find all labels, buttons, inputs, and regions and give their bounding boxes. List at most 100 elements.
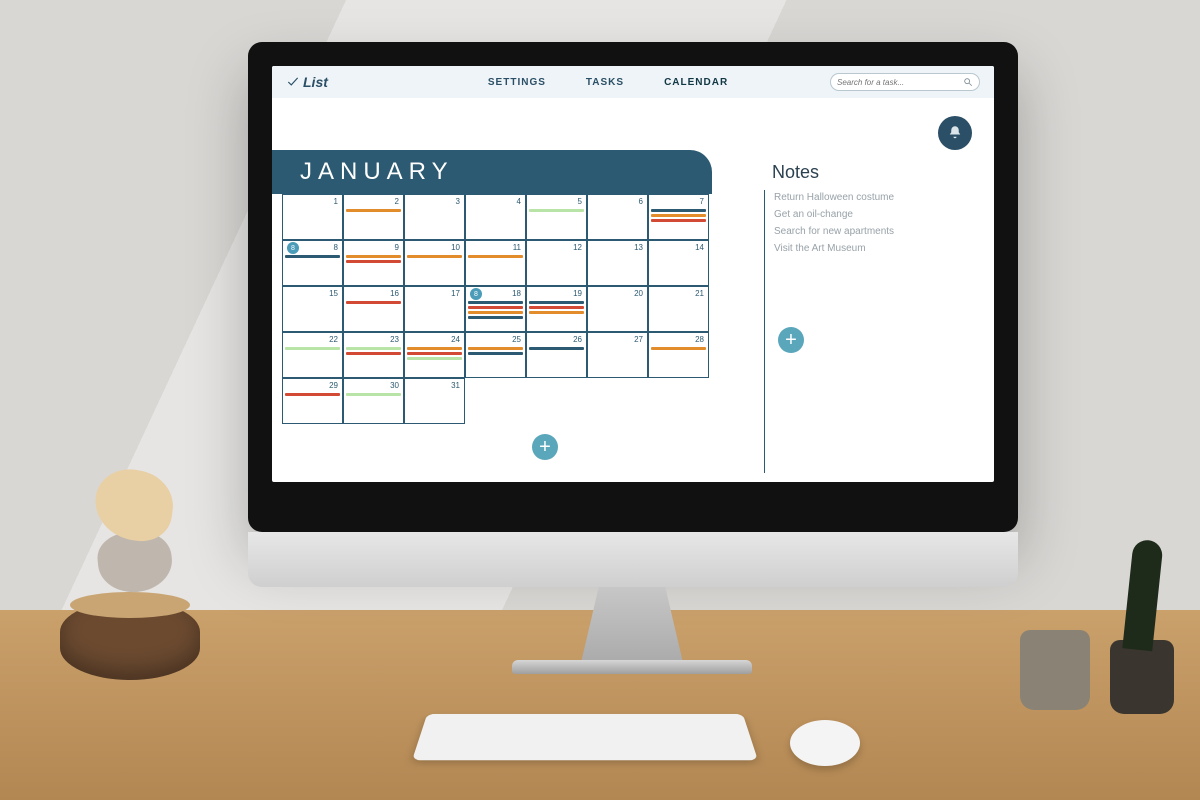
month-label: JANUARY bbox=[300, 158, 454, 186]
event-bar[interactable] bbox=[468, 347, 523, 350]
day-cell[interactable]: 2 bbox=[343, 194, 404, 240]
day-number: 2 bbox=[395, 197, 399, 206]
note-item[interactable]: Get an oil-change bbox=[774, 206, 972, 223]
nav-settings[interactable]: SETTINGS bbox=[488, 77, 546, 88]
day-cell[interactable]: 27 bbox=[587, 332, 648, 378]
search-input[interactable] bbox=[837, 78, 963, 87]
event-bar[interactable] bbox=[346, 255, 401, 258]
event-bars bbox=[346, 347, 401, 355]
event-bar[interactable] bbox=[407, 255, 462, 258]
search-icon bbox=[963, 77, 973, 87]
event-bar[interactable] bbox=[407, 357, 462, 360]
event-bar[interactable] bbox=[468, 301, 523, 304]
event-bar[interactable] bbox=[346, 393, 401, 396]
day-number: 13 bbox=[634, 243, 643, 252]
check-icon bbox=[286, 75, 300, 89]
event-bar[interactable] bbox=[468, 352, 523, 355]
day-cell[interactable]: 29 bbox=[282, 378, 343, 424]
event-bar[interactable] bbox=[346, 347, 401, 350]
event-bars bbox=[346, 301, 401, 304]
day-cell[interactable]: 13 bbox=[587, 240, 648, 286]
note-item[interactable]: Visit the Art Museum bbox=[774, 240, 972, 257]
day-cell[interactable]: 9 bbox=[343, 240, 404, 286]
event-bar[interactable] bbox=[285, 255, 340, 258]
day-cell[interactable]: 188 bbox=[465, 286, 526, 332]
day-cell[interactable]: 5 bbox=[526, 194, 587, 240]
day-cell[interactable]: 28 bbox=[648, 332, 709, 378]
day-cell[interactable]: 12 bbox=[526, 240, 587, 286]
brand-logo[interactable]: List bbox=[286, 74, 328, 90]
event-bar[interactable] bbox=[346, 352, 401, 355]
monitor-stand-foot bbox=[512, 660, 752, 674]
event-bar[interactable] bbox=[529, 301, 584, 304]
day-number: 8 bbox=[334, 243, 338, 252]
day-cell[interactable]: 25 bbox=[465, 332, 526, 378]
event-bars bbox=[651, 209, 706, 222]
event-bar[interactable] bbox=[468, 311, 523, 314]
event-bars bbox=[407, 347, 462, 360]
day-cell[interactable]: 20 bbox=[587, 286, 648, 332]
day-number: 22 bbox=[329, 335, 338, 344]
add-note-button[interactable]: + bbox=[778, 327, 804, 353]
cup-right bbox=[1110, 640, 1174, 714]
day-cell[interactable]: 17 bbox=[404, 286, 465, 332]
event-bar[interactable] bbox=[651, 214, 706, 217]
event-bars bbox=[285, 393, 340, 396]
add-event-button[interactable]: + bbox=[532, 434, 558, 460]
nav-calendar[interactable]: CALENDAR bbox=[664, 77, 728, 88]
day-cell[interactable]: 22 bbox=[282, 332, 343, 378]
rock-upper bbox=[91, 465, 178, 545]
day-cell[interactable]: 16 bbox=[343, 286, 404, 332]
notes-title: Notes bbox=[772, 162, 972, 183]
event-bar[interactable] bbox=[285, 347, 340, 350]
event-bar[interactable] bbox=[285, 393, 340, 396]
event-bar[interactable] bbox=[468, 255, 523, 258]
event-bar[interactable] bbox=[468, 316, 523, 319]
event-bar[interactable] bbox=[468, 306, 523, 309]
event-bar[interactable] bbox=[529, 347, 584, 350]
day-number: 5 bbox=[578, 197, 582, 206]
day-cell[interactable]: 11 bbox=[465, 240, 526, 286]
day-number: 12 bbox=[573, 243, 582, 252]
event-bar[interactable] bbox=[651, 219, 706, 222]
day-cell[interactable]: 15 bbox=[282, 286, 343, 332]
day-number: 24 bbox=[451, 335, 460, 344]
day-cell[interactable]: 7 bbox=[648, 194, 709, 240]
event-bar[interactable] bbox=[651, 209, 706, 212]
day-cell[interactable]: 1 bbox=[282, 194, 343, 240]
day-cell[interactable]: 30 bbox=[343, 378, 404, 424]
day-number: 27 bbox=[634, 335, 643, 344]
day-cell[interactable]: 6 bbox=[587, 194, 648, 240]
event-bar[interactable] bbox=[529, 306, 584, 309]
day-cell[interactable]: 31 bbox=[404, 378, 465, 424]
day-number: 31 bbox=[451, 381, 460, 390]
day-number: 18 bbox=[512, 289, 521, 298]
wood-log-top bbox=[70, 592, 190, 618]
day-cell[interactable]: 21 bbox=[648, 286, 709, 332]
notes-panel: Notes Return Halloween costumeGet an oil… bbox=[772, 162, 972, 353]
day-cell[interactable]: 10 bbox=[404, 240, 465, 286]
notifications-button[interactable] bbox=[938, 116, 972, 150]
day-cell[interactable]: 88 bbox=[282, 240, 343, 286]
monitor-bezel: List SETTINGS TASKS CALENDAR JANUARY 123… bbox=[248, 42, 1018, 532]
event-bar[interactable] bbox=[407, 347, 462, 350]
day-cell[interactable]: 24 bbox=[404, 332, 465, 378]
day-cell[interactable]: 14 bbox=[648, 240, 709, 286]
event-bar[interactable] bbox=[407, 352, 462, 355]
day-cell[interactable]: 23 bbox=[343, 332, 404, 378]
event-bar[interactable] bbox=[529, 311, 584, 314]
event-bar[interactable] bbox=[346, 209, 401, 212]
day-cell[interactable]: 3 bbox=[404, 194, 465, 240]
event-bar[interactable] bbox=[529, 209, 584, 212]
search-box[interactable] bbox=[830, 73, 980, 91]
event-bar[interactable] bbox=[346, 301, 401, 304]
day-cell[interactable]: 26 bbox=[526, 332, 587, 378]
day-cell[interactable]: 4 bbox=[465, 194, 526, 240]
day-number: 29 bbox=[329, 381, 338, 390]
nav-tasks[interactable]: TASKS bbox=[586, 77, 624, 88]
day-cell[interactable]: 19 bbox=[526, 286, 587, 332]
note-item[interactable]: Search for new apartments bbox=[774, 223, 972, 240]
event-bar[interactable] bbox=[651, 347, 706, 350]
event-bar[interactable] bbox=[346, 260, 401, 263]
note-item[interactable]: Return Halloween costume bbox=[774, 189, 972, 206]
